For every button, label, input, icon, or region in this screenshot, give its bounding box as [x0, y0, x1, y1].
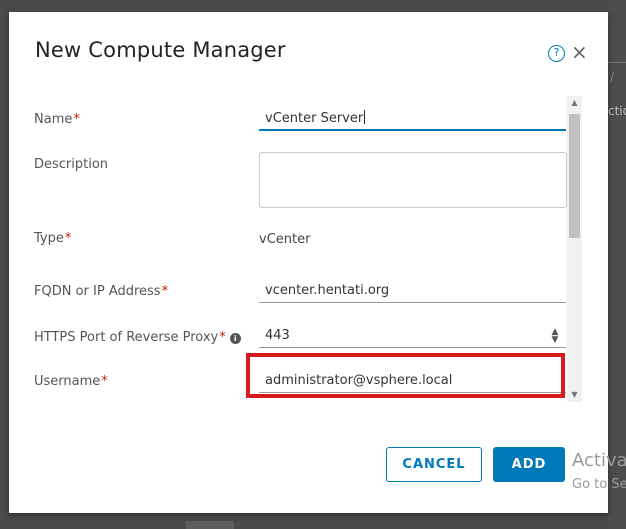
- stepper-down-icon[interactable]: ▼: [550, 336, 560, 345]
- text-caret: [364, 110, 366, 124]
- https-port-label: HTTPS Port of Reverse Proxy* i: [34, 330, 241, 345]
- form-area: Name* vCenter Server Description Type* v…: [9, 98, 584, 404]
- background-edge-text: ctio: [608, 104, 626, 118]
- watermark-line-2: Go to Se: [572, 477, 626, 492]
- close-icon[interactable]: ×: [571, 42, 588, 62]
- https-port-input[interactable]: 443 ▲ ▼: [259, 324, 566, 348]
- required-marker: *: [101, 374, 108, 389]
- username-highlight-annotation: [246, 353, 565, 398]
- scroll-thumb[interactable]: [569, 114, 580, 238]
- fqdn-label: FQDN or IP Address*: [34, 284, 168, 299]
- new-compute-manager-dialog: New Compute Manager ? × Name* vCenter Se…: [9, 12, 608, 513]
- scroll-down-icon[interactable]: ▼: [567, 388, 582, 402]
- help-icon[interactable]: ?: [548, 45, 565, 62]
- username-label: Username*: [34, 374, 108, 389]
- username-label-text: Username: [34, 374, 101, 389]
- required-marker: *: [161, 284, 169, 299]
- name-input-value: vCenter Server: [265, 111, 364, 126]
- background-tab: [186, 521, 234, 529]
- name-label: Name*: [34, 112, 80, 127]
- background-edge-glyph: /: [610, 70, 615, 84]
- info-icon[interactable]: i: [229, 333, 241, 344]
- windows-activation-watermark: Activa Go to Se: [572, 450, 626, 492]
- dialog-title: New Compute Manager: [35, 38, 286, 62]
- fqdn-input[interactable]: vcenter.hentati.org: [259, 279, 566, 303]
- required-marker: *: [64, 231, 72, 246]
- cancel-button[interactable]: CANCEL: [386, 447, 482, 482]
- scroll-up-icon[interactable]: ▲: [567, 96, 582, 110]
- add-button[interactable]: ADD: [493, 447, 565, 482]
- fqdn-input-value: vcenter.hentati.org: [265, 283, 390, 298]
- required-marker: *: [219, 330, 226, 345]
- type-label-text: Type: [34, 231, 64, 246]
- description-label-text: Description: [34, 157, 109, 172]
- https-port-label-text: HTTPS Port of Reverse Proxy: [34, 330, 219, 345]
- name-label-text: Name: [34, 112, 73, 127]
- type-label: Type*: [34, 231, 71, 246]
- name-input[interactable]: vCenter Server: [259, 107, 566, 131]
- port-stepper[interactable]: ▲ ▼: [550, 328, 560, 345]
- required-marker: *: [73, 112, 80, 127]
- form-scrollbar[interactable]: ▲ ▼: [567, 96, 582, 402]
- https-port-input-value: 443: [265, 328, 290, 343]
- description-textarea[interactable]: [259, 152, 567, 208]
- background-divider: [608, 62, 626, 63]
- watermark-line-1: Activa: [572, 450, 626, 471]
- fqdn-label-text: FQDN or IP Address: [34, 284, 161, 299]
- type-value: vCenter: [259, 232, 311, 247]
- description-label: Description: [34, 157, 108, 172]
